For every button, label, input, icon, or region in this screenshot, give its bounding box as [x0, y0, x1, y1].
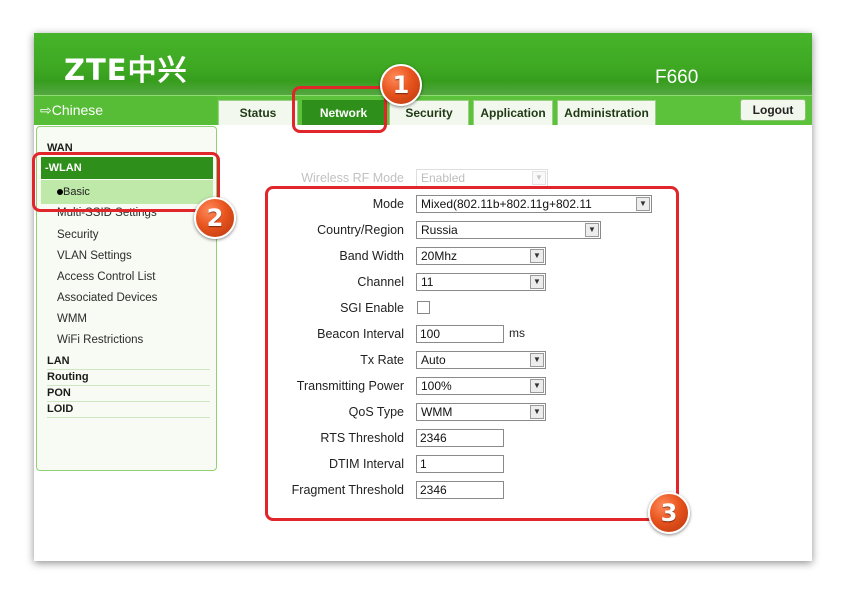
- step-badge-3: 3: [648, 492, 690, 534]
- logout-button[interactable]: Logout: [740, 99, 806, 121]
- model-name: F660: [655, 67, 699, 88]
- sidebar-item-routing[interactable]: Routing: [47, 370, 210, 386]
- highlight-settings-form: [265, 186, 679, 521]
- tab-administration[interactable]: Administration: [557, 100, 656, 125]
- top-navigation: ⇨Chinese Status Network Security Applica…: [34, 95, 812, 125]
- rf-mode-value: Enabled: [421, 171, 466, 185]
- sidebar-item-wifi-restrictions[interactable]: WiFi Restrictions: [57, 334, 143, 346]
- sidebar-item-loid[interactable]: LOID: [47, 402, 210, 418]
- sidebar-item-pon[interactable]: PON: [47, 386, 210, 402]
- highlight-network-tab: [292, 86, 387, 133]
- sidebar-item-associated-devices[interactable]: Associated Devices: [57, 292, 157, 304]
- tab-application[interactable]: Application: [473, 100, 553, 125]
- step-badge-2: 2: [194, 197, 236, 239]
- sidebar-item-lan[interactable]: LAN: [47, 354, 210, 370]
- zte-logo: ZTE中兴: [64, 53, 188, 87]
- chevron-down-icon: ▼: [532, 171, 546, 185]
- language-switch-link[interactable]: ⇨Chinese: [34, 96, 217, 125]
- highlight-wlan-basic: [32, 152, 220, 212]
- tab-status[interactable]: Status: [218, 100, 298, 125]
- rf-mode-select[interactable]: Enabled ▼: [416, 169, 548, 187]
- rf-mode-label: Wireless RF Mode: [301, 171, 404, 185]
- sidebar-item-vlan[interactable]: VLAN Settings: [57, 250, 132, 262]
- sidebar-item-wmm[interactable]: WMM: [57, 313, 87, 325]
- header-banner: ZTE中兴 F660: [34, 33, 812, 95]
- sidebar-item-acl[interactable]: Access Control List: [57, 271, 155, 283]
- step-badge-1: 1: [380, 64, 422, 106]
- sidebar-item-security[interactable]: Security: [57, 229, 99, 241]
